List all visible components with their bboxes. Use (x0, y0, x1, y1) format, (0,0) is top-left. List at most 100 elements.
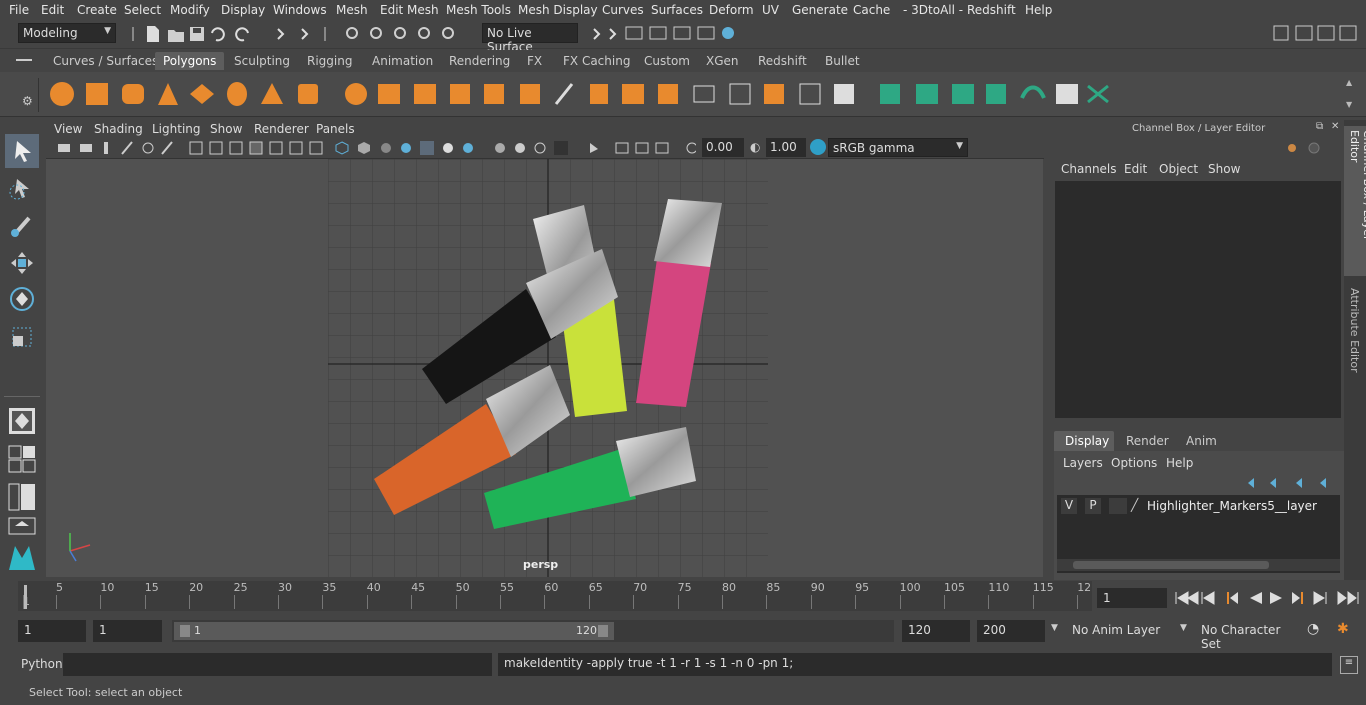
viewport-menu-show[interactable]: Show (210, 122, 242, 136)
float-panel-icon[interactable]: ⧉ (1316, 121, 1323, 132)
menu-create[interactable]: Create (77, 3, 117, 17)
viewport-menu-view[interactable]: View (54, 122, 82, 136)
channels-menu[interactable]: Channels (1061, 162, 1117, 176)
tab-animation[interactable]: Animation (364, 52, 441, 70)
live-surface-field[interactable]: No Live Surface (482, 23, 578, 54)
tab-sculpting[interactable]: Sculpting (226, 52, 298, 70)
layer-scrollbar[interactable] (1057, 559, 1340, 571)
tab-curves-surfaces[interactable]: Curves / Surfaces (45, 52, 166, 70)
command-input[interactable] (63, 653, 492, 676)
scene-start-field[interactable]: 1 (18, 620, 86, 642)
layer-name[interactable]: Highlighter_Markers5__layer (1147, 499, 1317, 513)
four-view-layout-icon[interactable] (5, 442, 39, 476)
exposure-field[interactable]: 0.00 (702, 138, 744, 157)
menu-deform[interactable]: Deform (709, 3, 754, 17)
menu-mesh-display[interactable]: Mesh Display (518, 3, 598, 17)
tab-custom[interactable]: Custom (636, 52, 698, 70)
workspace-toolbar[interactable] (1270, 24, 1366, 44)
color-management-icon[interactable] (810, 139, 826, 155)
shelf-settings[interactable]: ⚙ (18, 78, 39, 112)
menu-redshift[interactable]: Redshift (967, 3, 1016, 17)
tab-rendering[interactable]: Rendering (441, 52, 518, 70)
time-slider[interactable]: 1510152025303540455055606570758085909510… (18, 581, 1092, 611)
layer-help-menu[interactable]: Help (1166, 456, 1193, 470)
shelf-primitives[interactable] (46, 78, 346, 112)
viewport-menu-renderer[interactable]: Renderer (254, 122, 309, 136)
side-tab-channel-box[interactable]: Channel Box / Layer Editor (1344, 126, 1366, 276)
move-tool-icon[interactable] (5, 246, 39, 280)
menu-curves[interactable]: Curves (602, 3, 644, 17)
current-time-marker[interactable] (24, 585, 27, 609)
layer-row[interactable]: V P ╱ Highlighter_Markers5__layer (1057, 498, 1340, 516)
layer-toolbar[interactable] (1244, 475, 1336, 491)
tab-bullet[interactable]: Bullet (817, 52, 868, 70)
select-tool-icon[interactable] (5, 134, 39, 168)
script-editor-icon[interactable]: ≡ (1340, 656, 1358, 674)
tab-redshift[interactable]: Redshift (750, 52, 815, 70)
cb-show-menu[interactable]: Show (1208, 162, 1240, 176)
shelf-uv-tools[interactable] (876, 78, 1126, 112)
viewport-menu-lighting[interactable]: Lighting (152, 122, 201, 136)
menu-help[interactable]: Help (1025, 3, 1052, 17)
scene-end-field[interactable]: 200 (977, 620, 1045, 642)
menu-edit-mesh[interactable]: Edit Mesh (380, 3, 439, 17)
range-slider-handle[interactable]: 1 120 (174, 622, 614, 640)
tab-render[interactable]: Render (1126, 434, 1169, 448)
tab-rigging[interactable]: Rigging (299, 52, 360, 70)
range-slider[interactable]: 1 120 (172, 620, 894, 642)
menu-select[interactable]: Select (124, 3, 161, 17)
layers-menu[interactable]: Layers (1063, 456, 1103, 470)
tab-anim[interactable]: Anim (1186, 434, 1217, 448)
menu-uv[interactable]: UV (762, 3, 779, 17)
perspective-viewport[interactable]: persp (46, 159, 1043, 577)
menu-generate[interactable]: Generate (792, 3, 848, 17)
single-perspective-layout-icon[interactable] (5, 404, 39, 438)
anim-layer-dropdown[interactable]: No Anim Layer (1066, 620, 1170, 642)
menu-edit[interactable]: Edit (41, 3, 64, 17)
layer-display-type-toggle[interactable] (1109, 498, 1127, 514)
menu-display[interactable]: Display (221, 3, 265, 17)
shelf-menu-icon[interactable] (16, 55, 32, 67)
channel-box-header-icons[interactable] (1284, 140, 1340, 156)
chevron-down-icon[interactable]: ▼ (1180, 623, 1187, 633)
scale-tool-icon[interactable] (5, 320, 39, 354)
playback-controls[interactable] (1172, 588, 1362, 608)
script-language-label[interactable]: Python (21, 657, 63, 671)
paint-select-icon[interactable] (5, 208, 39, 242)
options-menu[interactable]: Options (1111, 456, 1157, 470)
menu-file[interactable]: File (9, 3, 29, 17)
tab-xgen[interactable]: XGen (698, 52, 747, 70)
shelf-scroll[interactable]: ▲ ▼ (1346, 78, 1358, 112)
close-icon[interactable]: ✕ (1331, 121, 1339, 132)
tab-fx[interactable]: FX (519, 52, 550, 70)
tab-fx-caching[interactable]: FX Caching (555, 52, 638, 70)
file-history-toolbar[interactable] (126, 24, 466, 44)
colorspace-dropdown[interactable]: sRGB gamma ▼ (828, 138, 968, 157)
layer-playback-toggle[interactable]: P (1085, 498, 1101, 514)
chevron-down-icon[interactable]: ▼ (1051, 623, 1058, 633)
layer-color-icon[interactable]: ╱ (1131, 498, 1138, 512)
menu-surfaces[interactable]: Surfaces (651, 3, 703, 17)
channel-list[interactable] (1055, 181, 1341, 418)
menu-cache[interactable]: Cache (853, 3, 890, 17)
persp-outliner-layout-icon[interactable] (5, 480, 39, 514)
viewport-menu-shading[interactable]: Shading (94, 122, 143, 136)
menu-mesh-tools[interactable]: Mesh Tools (446, 3, 511, 17)
tab-display[interactable]: Display (1054, 431, 1114, 451)
cb-edit-menu[interactable]: Edit (1124, 162, 1147, 176)
menu-windows[interactable]: Windows (273, 3, 327, 17)
render-toolbar[interactable] (590, 24, 750, 44)
panel-toolbar-icons[interactable] (56, 140, 696, 156)
anim-prefs-icon[interactable]: ✱ (1337, 621, 1349, 637)
menuset-dropdown[interactable]: Modeling ▼ (18, 23, 116, 43)
tab-polygons[interactable]: Polygons (155, 52, 225, 70)
shelf-mesh-tools[interactable] (340, 78, 870, 112)
rotate-tool-icon[interactable] (5, 282, 39, 316)
auto-key-icon[interactable]: ◔ (1307, 621, 1319, 637)
playback-start-field[interactable]: 1 (93, 620, 162, 642)
menu-modify[interactable]: Modify (170, 3, 210, 17)
cb-object-menu[interactable]: Object (1159, 162, 1198, 176)
menu-3dtoall[interactable]: - 3DtoAll - (903, 3, 963, 17)
viewport-menu-panels[interactable]: Panels (316, 122, 355, 136)
gamma-field[interactable]: 1.00 (766, 138, 806, 157)
